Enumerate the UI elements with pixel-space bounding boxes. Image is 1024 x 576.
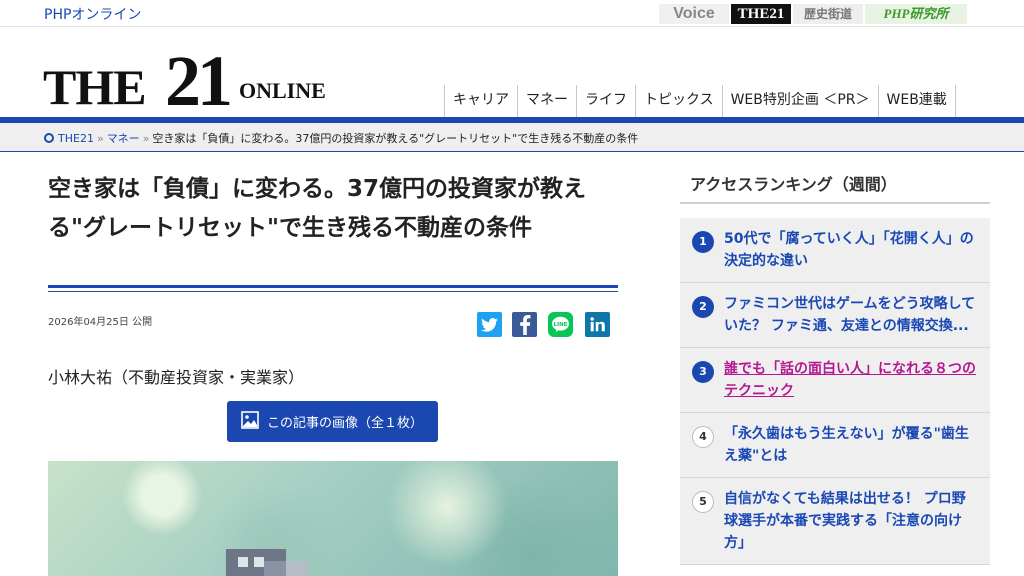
rank-number: 1 bbox=[692, 231, 714, 253]
ranking-item[interactable]: 2 ファミコン世代はゲームをどう攻略していた？ ファミ通、友達との情報交換... bbox=[680, 283, 990, 348]
author-name[interactable]: 小林大祐（不動産投資家・実業家） bbox=[48, 364, 304, 388]
nav-money[interactable]: マネー bbox=[517, 85, 576, 117]
logo-text-the: THE bbox=[43, 59, 147, 115]
ranking-item-title: 自信がなくても結果は出せる！ プロ野球選手が本番で実践する「注意の向け方」 bbox=[724, 491, 966, 551]
article-title: 空き家は「負債」に変わる。37億円の投資家が教える"グレートリセット"で生き残る… bbox=[48, 176, 587, 241]
linkedin-icon[interactable] bbox=[585, 312, 610, 337]
title-rule-thin bbox=[48, 291, 618, 292]
php-online-link[interactable]: PHPオンライン bbox=[44, 4, 141, 24]
breadcrumb-the21[interactable]: THE21 bbox=[58, 132, 94, 145]
rank-number: 4 bbox=[692, 426, 714, 448]
logo-text-21: 21 bbox=[165, 41, 233, 121]
line-icon[interactable]: LINE bbox=[548, 312, 573, 337]
ranking-item[interactable]: 5 自信がなくても結果は出せる！ プロ野球選手が本番で実践する「注意の向け方」 bbox=[680, 478, 990, 565]
ranking-item[interactable]: 1 50代で「腐っていく人」「花開く人」の決定的な違い bbox=[680, 218, 990, 283]
publish-date: 2026年04月25日 公開 bbox=[48, 317, 153, 328]
home-dot-icon bbox=[44, 133, 54, 143]
main-nav: キャリア マネー ライフ トピックス WEB特別企画 ＜PR＞ WEB連載 bbox=[444, 85, 956, 117]
logo-text-online: ONLINE bbox=[239, 78, 326, 103]
ranking-heading-rule bbox=[680, 202, 990, 204]
ranking-item-title: 「永久歯はもう生えない」が覆る"歯生え薬"とは bbox=[724, 426, 969, 464]
ranking-item-title: 誰でも「話の面白い人」になれる８つのテクニック bbox=[724, 361, 976, 399]
article-images-button[interactable]: この記事の画像（全１枚） bbox=[227, 401, 438, 442]
breadcrumb-current: 空き家は「負債」に変わる。37億円の投資家が教える"グレートリセット"で生き残る… bbox=[152, 132, 639, 145]
nav-web-series[interactable]: WEB連載 bbox=[877, 85, 956, 117]
ranking-list: 1 50代で「腐っていく人」「花開く人」の決定的な違い 2 ファミコン世代はゲー… bbox=[680, 218, 990, 565]
the21-site-link[interactable]: THE21 bbox=[731, 4, 791, 24]
breadcrumb-separator: » bbox=[142, 132, 150, 145]
twitter-icon[interactable] bbox=[477, 312, 502, 337]
ranking-item-title: 50代で「腐っていく人」「花開く人」の決定的な違い bbox=[724, 231, 974, 269]
facebook-icon[interactable] bbox=[512, 312, 537, 337]
ranking-item[interactable]: 3 誰でも「話の面白い人」になれる８つのテクニック bbox=[680, 348, 990, 413]
rank-number: 3 bbox=[692, 361, 714, 383]
rekishikaido-site-link[interactable]: 歴史街道 bbox=[793, 4, 863, 24]
breadcrumb: THE21» マネー» 空き家は「負債」に変わる。37億円の投資家が教える"グレート… bbox=[44, 130, 638, 146]
breadcrumb-separator: » bbox=[96, 132, 104, 145]
title-rule bbox=[48, 285, 618, 288]
rank-number: 2 bbox=[692, 296, 714, 318]
nav-topics[interactable]: トピックス bbox=[635, 85, 722, 117]
nav-career[interactable]: キャリア bbox=[444, 85, 517, 117]
top-bar: PHPオンライン Voice THE21 歴史街道 PHP研究所 bbox=[0, 0, 1024, 27]
nav-life[interactable]: ライフ bbox=[576, 85, 635, 117]
line-icon-label: LINE bbox=[554, 322, 568, 328]
article-hero-image bbox=[48, 461, 618, 576]
breadcrumb-bar: THE21» マネー» 空き家は「負債」に変わる。37億円の投資家が教える"グレート… bbox=[0, 123, 1024, 152]
image-icon bbox=[241, 410, 259, 433]
ranking-item[interactable]: 4 「永久歯はもう生えない」が覆る"歯生え薬"とは bbox=[680, 413, 990, 478]
ranking-item-title: ファミコン世代はゲームをどう攻略していた？ ファミ通、友達との情報交換... bbox=[724, 296, 976, 334]
rank-number: 5 bbox=[692, 491, 714, 513]
php-institute-site-link[interactable]: PHP研究所 bbox=[865, 4, 967, 24]
nav-web-special[interactable]: WEB特別企画 ＜PR＞ bbox=[721, 85, 878, 117]
breadcrumb-money[interactable]: マネー bbox=[107, 132, 140, 145]
voice-site-link[interactable]: Voice bbox=[659, 4, 729, 24]
ranking-heading: アクセスランキング（週間） bbox=[690, 175, 897, 194]
article-images-label: この記事の画像（全１枚） bbox=[267, 416, 424, 431]
